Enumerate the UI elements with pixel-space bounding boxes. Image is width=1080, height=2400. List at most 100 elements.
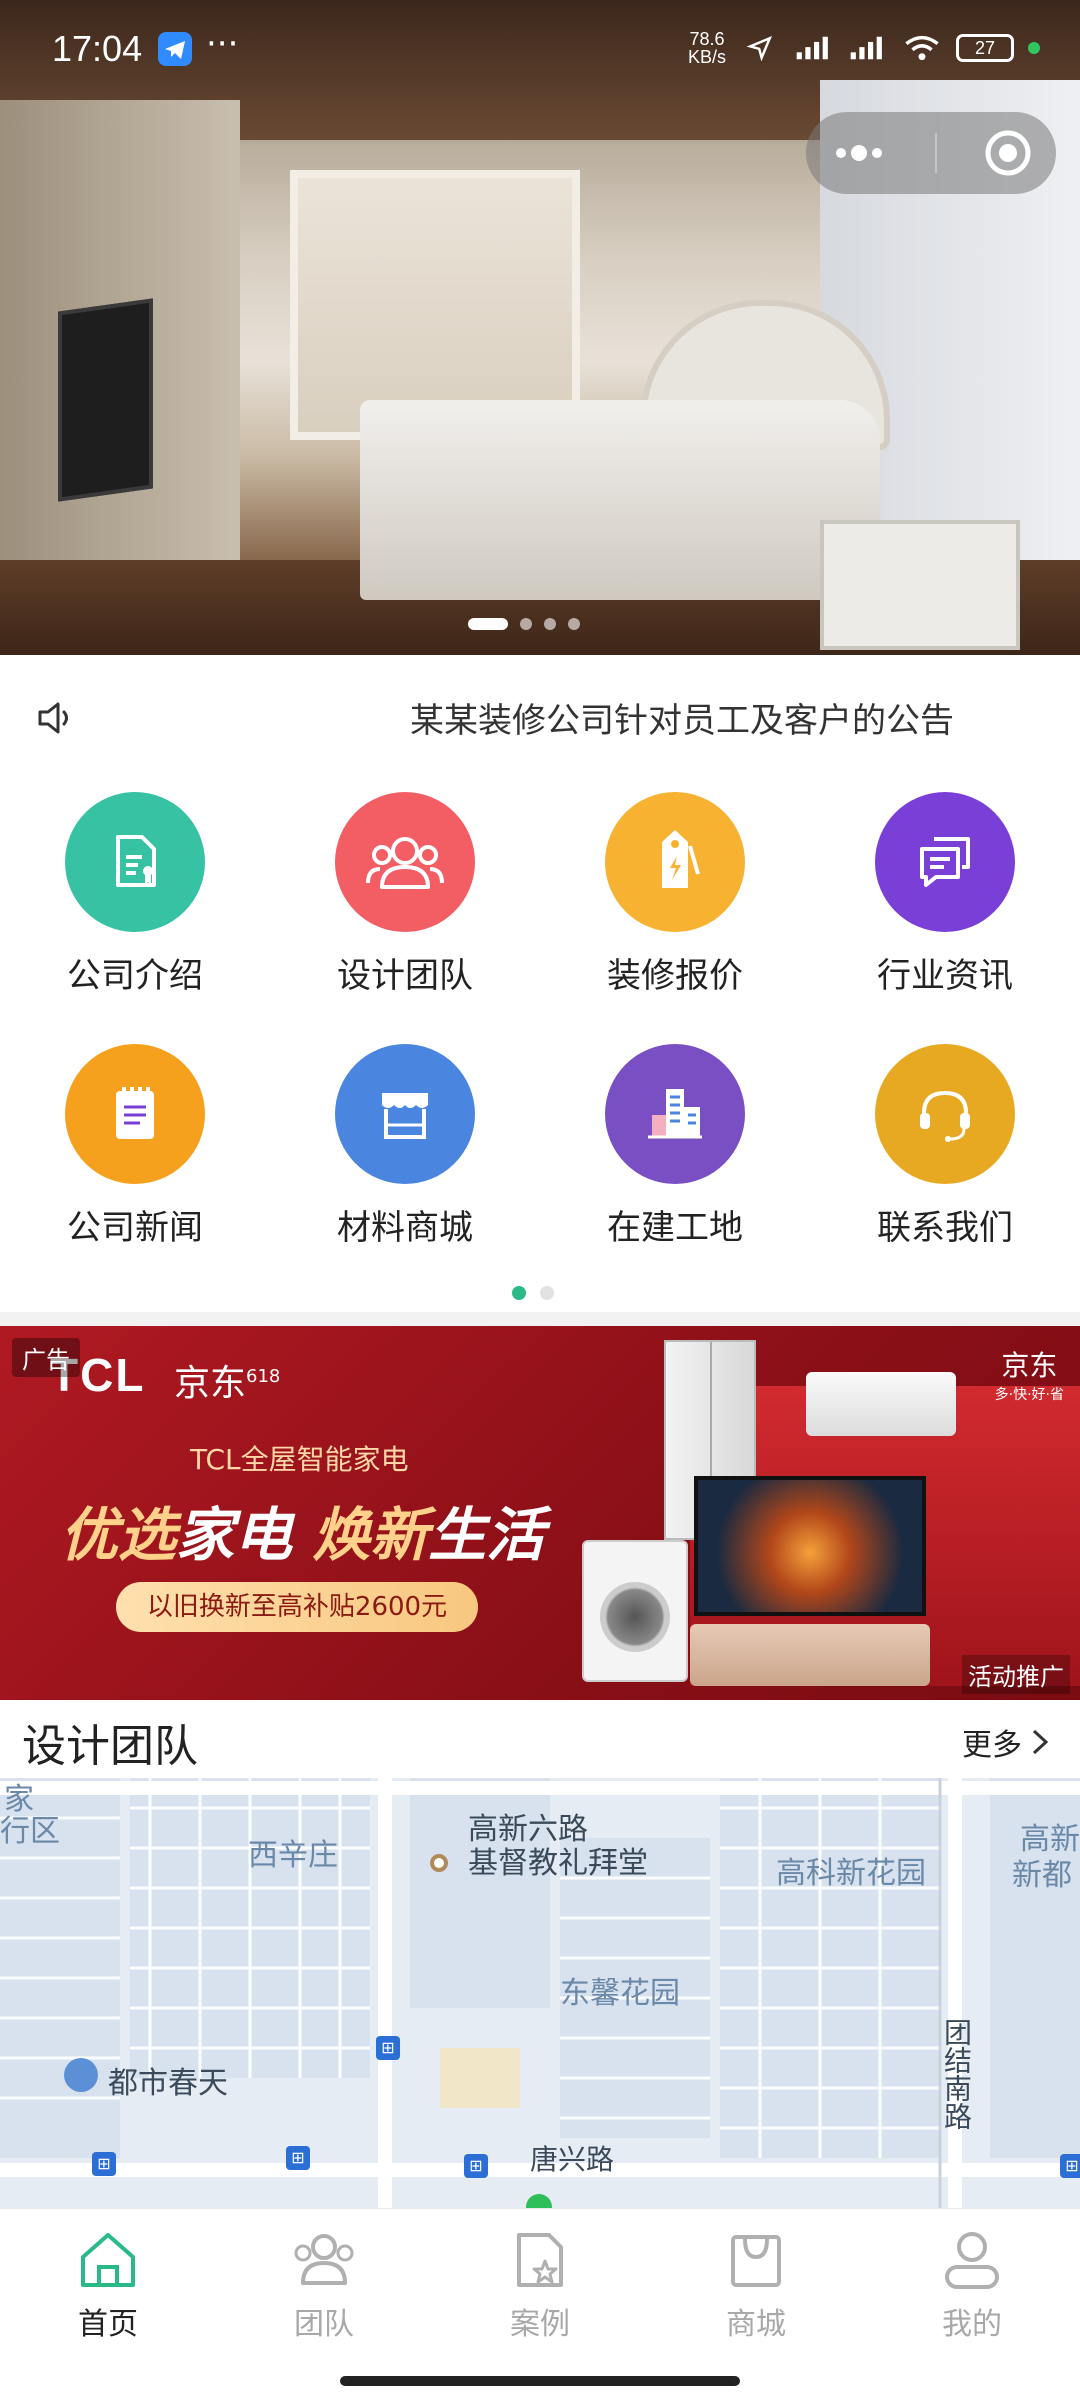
tab-home[interactable]: 首页 [0,2209,216,2350]
menu-item-company-news[interactable]: 公司新闻 [30,1044,240,1249]
map-label: 高科新花园 [776,1856,926,1891]
hero-dot[interactable] [468,618,508,630]
ad-subtitle: TCL全屋智能家电 [190,1443,409,1476]
status-right-group: 78.6 KB/s 27 [688,30,1040,66]
menu-item-construction-site[interactable]: 在建工地 [570,1044,780,1249]
status-time: 17:04 [52,28,143,69]
menu-item-design-team[interactable]: 设计团队 [300,792,510,997]
more-link-label[interactable]: 更多 [962,1720,1022,1764]
ad-jd-name: 京东 [1001,1349,1058,1382]
chat-icon[interactable] [875,792,1015,932]
document-icon[interactable] [65,792,205,932]
hero-dot[interactable] [568,618,580,630]
hero-nightstand [820,520,1020,650]
menu-pager[interactable] [512,1286,554,1300]
home-marker-icon[interactable] [64,2058,98,2092]
store-icon[interactable] [335,1044,475,1184]
signal-icon-2 [850,36,882,60]
battery-icon: 27 [956,34,1014,62]
poi-marker-icon[interactable] [430,1854,448,1872]
notice-text[interactable]: 某某装修公司针对员工及客户的公告 [410,693,954,742]
tab-shop[interactable]: 商城 [648,2209,864,2350]
section-divider [0,1312,1080,1326]
map-label: 行区 [0,1814,60,1849]
location-icon [746,35,773,61]
tab-cases[interactable]: 案例 [432,2209,648,2350]
ad-jd-slogan: 多·快·好·省 [994,1387,1064,1403]
status-bar: 17:04 ··· 78.6 KB/s 27 [0,0,1080,100]
ad-offer-pill[interactable]: 以旧换新至高补贴2600元 [116,1582,478,1632]
ad-washer-image [582,1540,688,1682]
menu-item-label: 在建工地 [607,1208,743,1248]
map-label: 都市春天 [108,2066,228,2101]
menu-item-material-mall[interactable]: 材料商城 [300,1044,510,1249]
price-tag-icon[interactable] [605,792,745,932]
ad-promo-label: 活动推广 [962,1655,1070,1694]
tab-label[interactable]: 商城 [726,2299,786,2343]
ad-headline-part: 焕新 [312,1501,429,1569]
menu-item-label: 材料商城 [337,1208,473,1248]
menu-item-company-intro[interactable]: 公司介绍 [30,792,240,997]
ad-tv-stand [690,1624,930,1686]
ad-partner-name: 京东 [174,1363,247,1404]
tab-label[interactable]: 我的 [942,2299,1002,2343]
status-more-icon: ··· [206,24,239,64]
home-icon[interactable] [75,2227,141,2293]
speaker-icon [38,702,68,734]
case-icon[interactable] [507,2227,573,2293]
ad-banner[interactable]: TCL 京东618 广告 TCL全屋智能家电 优选家电 焕新生活 以旧换新至高补… [0,1326,1080,1700]
ad-jd-logo: 京东 多·快·好·省 [995,1344,1064,1404]
network-speed: 78.6 KB/s [687,29,726,67]
tab-label[interactable]: 首页 [78,2299,138,2343]
close-miniprogram-icon[interactable] [983,128,1033,178]
team-icon[interactable] [289,2227,359,2293]
ad-partner-badge: 618 [246,1366,281,1387]
ad-headline-part: 家电 [176,1501,313,1569]
wifi-icon [905,35,939,61]
tab-team[interactable]: 团队 [216,2209,432,2350]
more-link[interactable]: 更多 [962,1720,1050,1764]
app-root: 17:04 ··· 78.6 KB/s 27 某某装修公司针对员工及客户的公告 [0,0,1080,2400]
menu-item-contact-us[interactable]: 联系我们 [840,1044,1050,1249]
more-options-icon[interactable] [829,143,889,163]
pager-dot[interactable] [512,1286,526,1300]
menu-item-label: 公司介绍 [67,956,203,996]
home-indicator[interactable] [340,2376,740,2386]
privacy-indicator [1028,42,1040,54]
menu-item-industry-news[interactable]: 行业资讯 [840,792,1050,997]
menu-item-label: 行业资讯 [877,956,1013,996]
map-label: 新都 [1012,1858,1072,1893]
ad-headline: 优选家电 焕新生活 [60,1488,544,1572]
notepad-icon[interactable] [65,1044,205,1184]
hero-carousel-indicator[interactable] [468,618,580,630]
tab-me[interactable]: 我的 [864,2209,1080,2350]
hero-dot[interactable] [544,618,556,630]
ad-partner-logo: 京东618 [174,1354,280,1406]
notice-bar[interactable]: 某某装修公司针对员工及客户的公告 [0,668,1080,768]
bus-stop-icon[interactable]: ⊞ [286,2146,310,2170]
bus-stop-icon[interactable]: ⊞ [1060,2154,1080,2178]
map-label: 西辛庄 [248,1838,338,1873]
hero-dot[interactable] [520,618,532,630]
bus-stop-icon[interactable]: ⊞ [376,2036,400,2060]
map-view[interactable]: 家 行区 西辛庄 高新六路 基督教礼拜堂 高科新花园 高新 新都 东馨花园 都市… [0,1778,1080,2208]
building-icon[interactable] [605,1044,745,1184]
capsule-divider [935,133,937,173]
ad-headline-part: 生活 [428,1501,545,1569]
bus-stop-icon[interactable]: ⊞ [464,2154,488,2178]
tab-label[interactable]: 案例 [510,2299,570,2343]
user-icon[interactable] [939,2227,1005,2293]
menu-grid: 公司介绍 设计团队 装修报价 行业资讯 公司新闻 材料商城 在建工地 联系我们 [0,768,1080,1308]
people-icon[interactable] [335,792,475,932]
chevron-right-icon[interactable] [1030,1727,1050,1757]
pager-dot[interactable] [540,1286,554,1300]
ad-aircon-image [806,1372,956,1436]
menu-item-label: 公司新闻 [67,1208,203,1248]
hero-tv [58,298,153,502]
tab-label[interactable]: 团队 [294,2299,354,2343]
miniprogram-capsule[interactable] [806,112,1056,194]
headset-icon[interactable] [875,1044,1015,1184]
shop-bag-icon[interactable] [723,2227,789,2293]
bus-stop-icon[interactable]: ⊞ [92,2152,116,2176]
menu-item-quote[interactable]: 装修报价 [570,792,780,997]
